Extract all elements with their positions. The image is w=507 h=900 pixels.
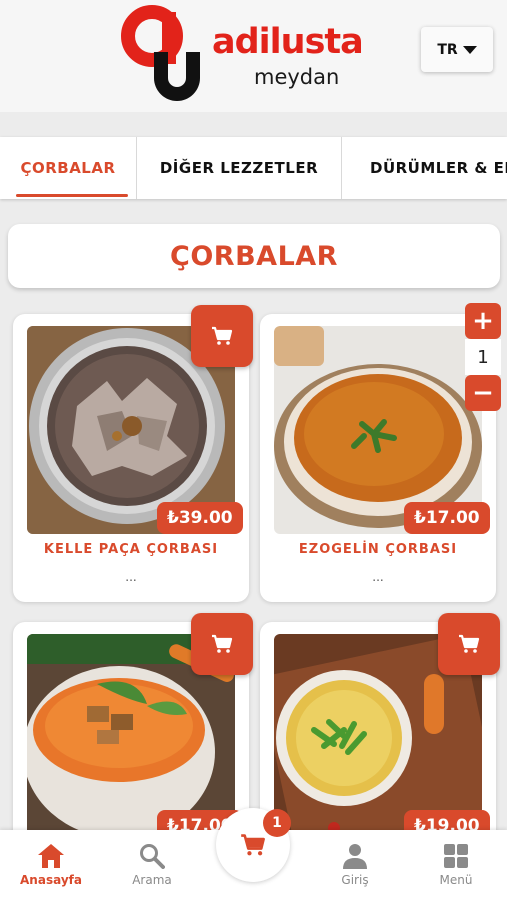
brand-subtitle: meydan: [254, 65, 340, 89]
product-description: ...: [125, 570, 137, 584]
cart-icon: [212, 634, 233, 653]
tab-durumler[interactable]: DÜRÜMLER & EK: [341, 137, 507, 199]
search-icon: [140, 844, 165, 869]
nav-home-label: Anasayfa: [20, 873, 82, 887]
grid-menu-icon: [444, 844, 468, 868]
caret-down-icon: [462, 45, 477, 54]
header: adilusta meydan TR: [0, 0, 507, 112]
category-tabs: ÇORBALAR DİĞER LEZZETLER DÜRÜMLER & EK: [0, 137, 507, 199]
tab-label: ÇORBALAR: [20, 159, 116, 177]
cart-count-badge: 1: [263, 809, 291, 837]
price-badge: ₺17.00: [404, 502, 490, 534]
product-name: EZOGELİN ÇORBASI: [298, 542, 458, 557]
cart-icon: [212, 326, 233, 345]
nav-search[interactable]: Arama: [107, 830, 197, 900]
product-description: ...: [372, 570, 384, 584]
user-icon: [343, 844, 367, 869]
add-to-cart-button[interactable]: [438, 613, 500, 675]
nav-home[interactable]: Anasayfa: [6, 830, 96, 900]
decrease-button[interactable]: −: [465, 375, 501, 411]
add-to-cart-button[interactable]: [191, 305, 253, 367]
product-name: KELLE PAÇA ÇORBASI: [43, 542, 219, 557]
home-icon: [38, 844, 64, 868]
tab-diger-lezzetler[interactable]: DİĞER LEZZETLER: [136, 137, 341, 199]
active-tab-indicator: [16, 194, 128, 197]
quantity-stepper: + 1 −: [465, 303, 501, 411]
language-selector[interactable]: TR: [421, 27, 493, 72]
language-label: TR: [437, 41, 458, 58]
logo-mark-icon: [121, 5, 200, 101]
tab-label: DÜRÜMLER & EK: [370, 159, 507, 177]
quantity-value: 1: [465, 339, 501, 375]
nav-search-label: Arama: [132, 873, 172, 887]
brand-logo[interactable]: adilusta meydan: [120, 4, 400, 108]
increase-button[interactable]: +: [465, 303, 501, 339]
nav-login-label: Giriş: [341, 873, 369, 887]
brand-name: adilusta: [212, 22, 364, 62]
tab-label: DİĞER LEZZETLER: [159, 159, 319, 177]
nav-menu-label: Menü: [439, 873, 473, 887]
section-title: ÇORBALAR: [8, 224, 500, 288]
product-card[interactable]: ₺17.00 EZOGELİN ÇORBASI ...: [260, 314, 496, 602]
nav-login[interactable]: Giriş: [310, 830, 400, 900]
tab-corbalar[interactable]: ÇORBALAR: [0, 137, 136, 199]
cart-icon: [241, 834, 265, 856]
nav-menu[interactable]: Menü: [411, 830, 501, 900]
price-badge: ₺39.00: [157, 502, 243, 534]
add-to-cart-button[interactable]: [191, 613, 253, 675]
cart-icon: [459, 634, 480, 653]
